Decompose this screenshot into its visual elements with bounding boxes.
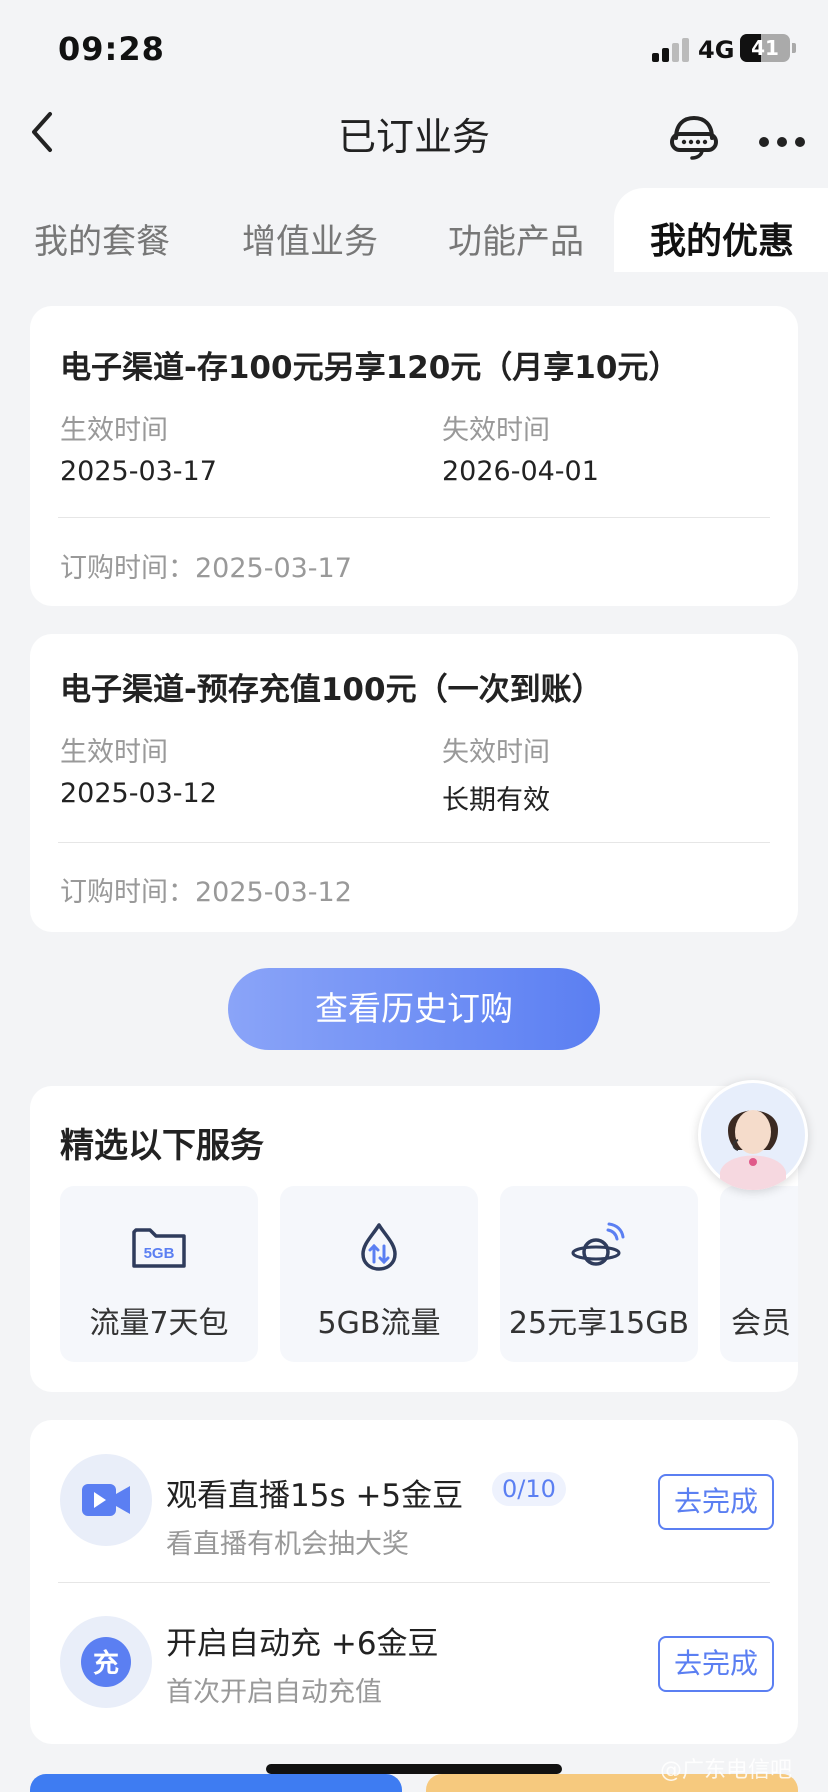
task-icon-container <box>60 1454 152 1546</box>
effective-time-label: 生效时间 <box>60 415 168 446</box>
planet-signal-icon <box>571 1222 625 1266</box>
recharge-icon: 充 <box>81 1637 131 1687</box>
tasks-card: 观看直播15s +5金豆 0/10 看直播有机会抽大奖 去完成 充 开启自动充 … <box>30 1420 798 1744</box>
service-item-5gb-data[interactable]: 5GB流量 <box>280 1186 478 1362</box>
chevron-left-icon <box>32 112 52 152</box>
subscription-card: 电子渠道-存100元另享120元（月享10元） 生效时间 2025-03-17 … <box>30 306 798 606</box>
back-button[interactable] <box>24 108 64 156</box>
svg-text:5GB: 5GB <box>144 1245 175 1262</box>
service-label: 流量7天包 <box>89 1306 229 1341</box>
tab-value-added[interactable]: 增值业务 <box>242 214 378 263</box>
task-title: 观看直播15s +5金豆 <box>166 1478 464 1514</box>
tab-my-offers[interactable]: 我的优惠 <box>650 212 794 264</box>
order-time: 订购时间：2025-03-12 <box>60 870 352 909</box>
effective-time-label: 生效时间 <box>60 737 168 768</box>
5gb-folder-icon: 5GB <box>132 1228 186 1268</box>
service-item-member[interactable]: 会员 <box>720 1186 798 1362</box>
order-time: 订购时间：2025-03-17 <box>60 546 352 585</box>
promo-banner-left[interactable] <box>30 1774 402 1792</box>
featured-services-card: 精选以下服务 5GB 流量7天包 5GB流量 25元享15GB 会员 <box>30 1086 798 1392</box>
order-time-label: 订购时间： <box>60 877 195 908</box>
subscription-title: 电子渠道-预存充值100元（一次到账） <box>60 672 603 708</box>
task-icon-container: 充 <box>60 1616 152 1708</box>
signal-strength-icon <box>652 38 690 62</box>
task-progress-badge: 0/10 <box>492 1472 566 1506</box>
expire-time-value: 2026-04-01 <box>442 456 599 487</box>
order-time-value: 2025-03-12 <box>195 877 352 908</box>
subscription-card: 电子渠道-预存充值100元（一次到账） 生效时间 2025-03-12 失效时间… <box>30 634 798 932</box>
subscription-title: 电子渠道-存100元另享120元（月享10元） <box>60 350 680 386</box>
effective-time-value: 2025-03-12 <box>60 778 217 809</box>
video-camera-icon <box>82 1484 130 1516</box>
effective-time-value: 2025-03-17 <box>60 456 217 487</box>
service-label: 会员 <box>731 1306 791 1341</box>
battery-icon: 41 <box>740 34 790 62</box>
battery-level: 41 <box>751 36 779 60</box>
task-subtitle: 看直播有机会抽大奖 <box>166 1529 409 1560</box>
expire-time-label: 失效时间 <box>442 737 550 768</box>
home-indicator <box>266 1764 562 1774</box>
services-title: 精选以下服务 <box>60 1126 264 1166</box>
service-item-7day-data[interactable]: 5GB 流量7天包 <box>60 1186 258 1362</box>
member-icon <box>790 1222 798 1272</box>
more-options-button[interactable] <box>756 122 808 162</box>
status-time: 09:28 <box>58 30 165 68</box>
task-title: 开启自动充 +6金豆 <box>166 1626 439 1662</box>
more-dots-icon <box>759 137 805 147</box>
order-time-label: 订购时间： <box>60 553 195 584</box>
view-history-button[interactable]: 查看历史订购 <box>228 968 600 1050</box>
svg-text:充: 充 <box>93 1648 119 1679</box>
tab-my-plan[interactable]: 我的套餐 <box>34 214 170 263</box>
order-time-value: 2025-03-17 <box>195 553 352 584</box>
task-complete-button[interactable]: 去完成 <box>658 1636 774 1692</box>
task-complete-button[interactable]: 去完成 <box>658 1474 774 1530</box>
data-drop-icon <box>361 1223 397 1271</box>
tab-bar: 我的套餐 增值业务 功能产品 我的优惠 <box>0 188 828 282</box>
status-bar: 09:28 4G 41 <box>0 0 828 96</box>
network-type: 4G <box>698 36 735 64</box>
task-subtitle: 首次开启自动充值 <box>166 1677 382 1708</box>
expire-time-label: 失效时间 <box>442 415 550 446</box>
customer-service-button[interactable] <box>668 110 720 162</box>
assistant-avatar[interactable] <box>698 1080 808 1190</box>
headset-icon <box>670 115 718 160</box>
service-label: 5GB流量 <box>317 1306 441 1341</box>
watermark-text: @广东电信吧 <box>660 1758 793 1783</box>
tab-function-products[interactable]: 功能产品 <box>448 214 584 263</box>
expire-time-value: 长期有效 <box>442 785 550 816</box>
